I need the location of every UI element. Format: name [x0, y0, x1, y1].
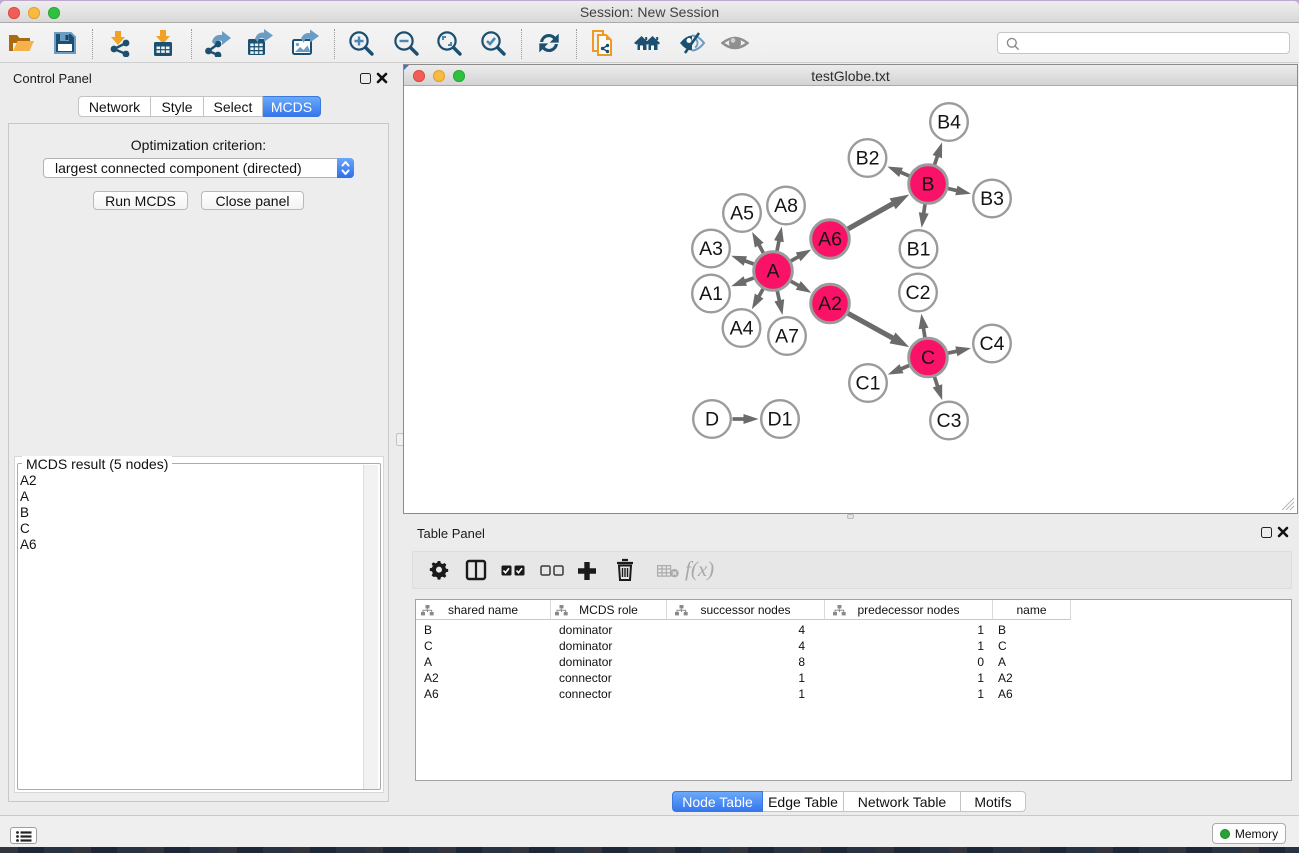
svg-text:C4: C4 — [980, 333, 1005, 355]
svg-text:B: B — [921, 174, 934, 196]
svg-text:A4: A4 — [730, 318, 754, 340]
svg-text:A7: A7 — [775, 326, 799, 348]
svg-text:C1: C1 — [856, 373, 881, 395]
svg-text:A: A — [766, 261, 779, 283]
svg-text:A2: A2 — [818, 293, 842, 315]
svg-text:D: D — [705, 409, 719, 431]
svg-text:D1: D1 — [768, 409, 793, 431]
svg-text:A3: A3 — [699, 238, 723, 260]
svg-text:B4: B4 — [937, 112, 961, 134]
svg-text:A6: A6 — [818, 229, 842, 251]
svg-text:A8: A8 — [774, 195, 798, 217]
svg-text:B3: B3 — [980, 188, 1004, 210]
svg-text:A5: A5 — [730, 203, 754, 225]
svg-text:C: C — [921, 347, 935, 369]
svg-text:C2: C2 — [906, 282, 931, 304]
svg-text:B2: B2 — [856, 148, 880, 170]
svg-text:A1: A1 — [699, 283, 723, 305]
svg-text:C3: C3 — [937, 410, 962, 432]
svg-text:B1: B1 — [907, 239, 931, 261]
